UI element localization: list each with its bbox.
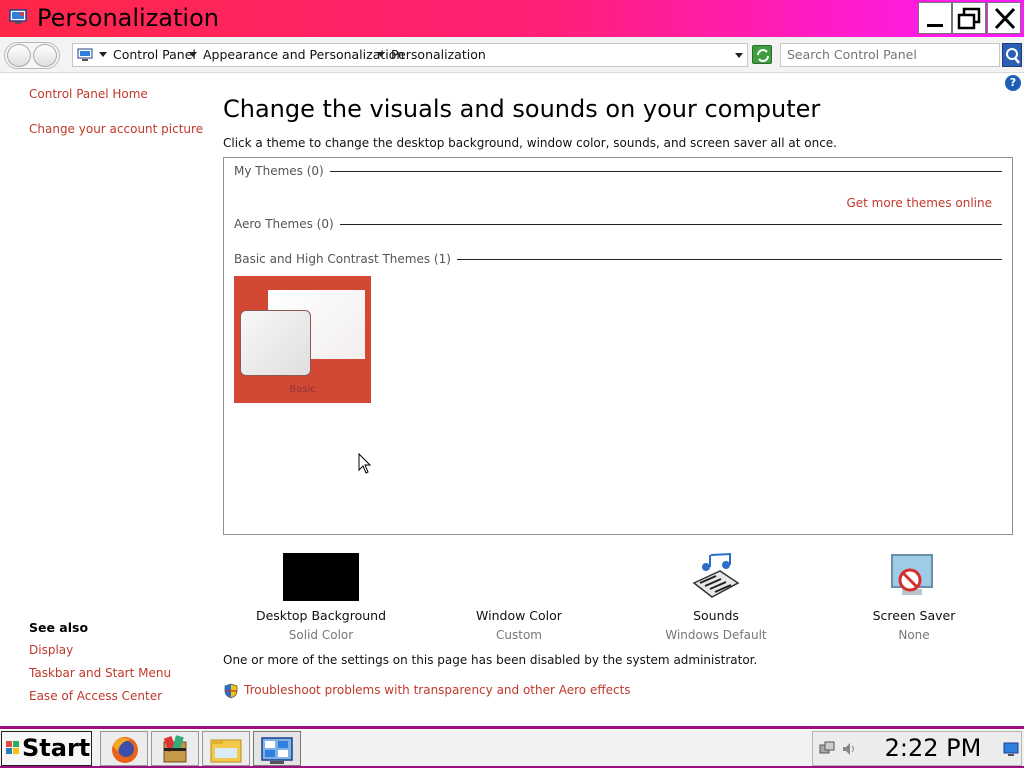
taskbar: Start 2:22 PM	[0, 726, 1024, 768]
taskbar-explorer-button[interactable]	[202, 731, 250, 766]
help-icon[interactable]: ?	[1005, 75, 1021, 91]
address-dropdown-icon[interactable]	[735, 53, 743, 58]
restore-button[interactable]	[952, 2, 986, 34]
window-title: Personalization	[37, 4, 219, 32]
start-label: Start	[22, 734, 91, 762]
archive-icon	[163, 735, 187, 763]
change-account-picture-link[interactable]: Change your account picture	[29, 122, 203, 136]
firefox-icon	[112, 737, 138, 763]
troubleshoot-aero-link[interactable]: Troubleshoot problems with transparency …	[244, 683, 631, 697]
divider	[428, 259, 1002, 260]
setting-label: Screen Saver	[872, 608, 956, 623]
setting-label: Desktop Background	[255, 608, 387, 623]
breadcrumb-chevron-icon[interactable]	[99, 52, 107, 57]
restore-icon	[957, 7, 981, 30]
setting-value: Solid Color	[288, 628, 354, 642]
get-more-themes-link[interactable]: Get more themes online	[846, 196, 992, 210]
address-toolbar: Control Panel Appearance and Personaliza…	[0, 37, 1024, 73]
navigation-buttons	[4, 42, 60, 69]
personalization-window: Personalization Control Panel Appearance…	[0, 0, 1024, 726]
setting-value: None	[898, 628, 930, 642]
refresh-button[interactable]	[752, 45, 772, 64]
breadcrumb-chevron-icon[interactable]	[189, 52, 197, 57]
refresh-icon	[757, 49, 769, 62]
taskbar-body: Start 2:22 PM	[0, 729, 1024, 766]
taskbar-clock[interactable]: 2:22 PM	[868, 732, 998, 765]
address-bar[interactable]: Control Panel Appearance and Personaliza…	[72, 43, 748, 67]
title-bar[interactable]: Personalization	[0, 0, 1024, 37]
windows-logo-icon	[6, 741, 19, 754]
search-icon	[1006, 48, 1020, 64]
control-panel-icon	[77, 48, 93, 61]
divider	[326, 224, 1002, 225]
folder-icon	[210, 739, 242, 763]
screen-saver-icon	[891, 554, 933, 595]
search-button[interactable]	[1002, 43, 1022, 67]
setting-value: Custom	[496, 628, 542, 642]
search-input[interactable]	[787, 47, 987, 62]
control-panel-home-link[interactable]: Control Panel Home	[29, 87, 148, 101]
see-also-heading: See also	[29, 620, 89, 635]
aero-themes-group-label: Aero Themes (0)	[234, 217, 340, 231]
my-themes-group-label: My Themes (0)	[234, 164, 330, 178]
control-panel-icon	[261, 737, 293, 764]
setting-label: Sounds	[693, 608, 739, 623]
page-title: Change the visuals and sounds on your co…	[223, 95, 821, 123]
taskbar-start-menu-link[interactable]: Taskbar and Start Menu	[29, 666, 171, 680]
setting-value: Windows Default	[665, 628, 767, 642]
ease-of-access-link[interactable]: Ease of Access Center	[29, 689, 162, 703]
back-button[interactable]	[7, 44, 31, 67]
close-icon	[994, 7, 1016, 30]
control-panel-icon	[9, 9, 27, 24]
breadcrumb-chevron-icon[interactable]	[377, 52, 385, 57]
minimize-button[interactable]	[918, 2, 952, 34]
setting-label: Window Color	[476, 608, 562, 623]
breadcrumb-appearance[interactable]: Appearance and Personalization	[203, 47, 404, 62]
taskbar-archiver-button[interactable]	[151, 731, 199, 766]
display-link[interactable]: Display	[29, 643, 73, 657]
breadcrumb-control-panel[interactable]: Control Panel	[113, 47, 196, 62]
shield-icon	[224, 683, 238, 699]
minimize-icon	[927, 24, 943, 27]
system-tray: 2:22 PM	[812, 731, 1022, 766]
mouse-cursor-icon	[358, 453, 372, 474]
close-button[interactable]	[987, 2, 1021, 34]
search-box[interactable]	[780, 43, 1000, 67]
sounds-icon	[692, 553, 740, 598]
divider	[319, 171, 1002, 172]
themes-list: My Themes (0) Get more themes online Aer…	[223, 157, 1013, 535]
page-subtitle: Click a theme to change the desktop back…	[223, 136, 837, 150]
taskbar-firefox-button[interactable]	[100, 731, 148, 766]
desktop-background-swatch	[283, 553, 359, 601]
basic-themes-group-label: Basic and High Contrast Themes (1)	[234, 252, 457, 266]
show-desktop-icon[interactable]	[1003, 741, 1019, 757]
disabled-settings-note: One or more of the settings on this page…	[223, 653, 758, 667]
network-icon[interactable]	[819, 741, 835, 757]
taskbar-control-panel-button[interactable]	[253, 731, 301, 766]
volume-icon[interactable]	[841, 741, 857, 757]
start-button[interactable]: Start	[1, 731, 92, 766]
breadcrumb-personalization[interactable]: Personalization	[391, 47, 486, 62]
forward-button[interactable]	[33, 44, 57, 67]
theme-name: Basic	[289, 384, 316, 395]
theme-tile-basic[interactable]: Basic	[234, 276, 371, 403]
theme-preview-front-window	[240, 310, 311, 376]
